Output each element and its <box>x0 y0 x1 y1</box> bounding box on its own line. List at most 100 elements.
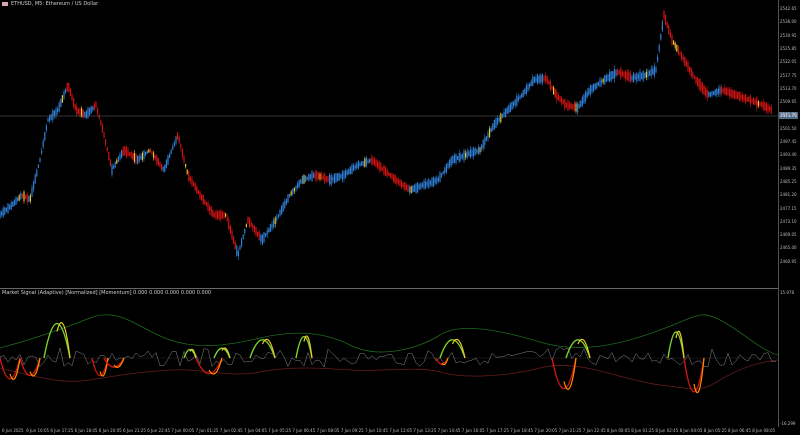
candle-body <box>164 164 166 172</box>
candle-body <box>311 171 313 182</box>
candle-body <box>498 117 500 122</box>
candle-body <box>581 97 583 106</box>
candle-body <box>343 171 345 179</box>
candle-body <box>733 90 735 99</box>
candle-body <box>207 202 209 211</box>
candle-body <box>409 186 411 193</box>
candle-body <box>181 148 183 157</box>
candle-body <box>18 195 20 201</box>
candle-body <box>61 95 63 103</box>
candle-body <box>117 156 119 162</box>
candle-body <box>617 68 619 76</box>
candle-body <box>162 166 164 172</box>
candle-body <box>60 99 62 108</box>
candle-body <box>330 174 332 185</box>
candle-body <box>77 108 79 114</box>
candle-body <box>237 251 239 256</box>
candle-body <box>191 178 193 185</box>
candle-body <box>47 118 49 122</box>
candle-body <box>105 139 107 145</box>
candle-body <box>119 154 121 160</box>
oscillator-positive-wave <box>43 323 71 359</box>
candle-body <box>396 177 398 184</box>
candle-body <box>327 176 329 183</box>
candle-body <box>151 151 153 155</box>
candle-body <box>577 103 579 113</box>
oscillator-transition-wave <box>451 338 466 359</box>
candle-body <box>53 110 55 117</box>
time-axis-label: 7 Jun 17:25 <box>486 428 509 433</box>
chart-canvas[interactable] <box>0 0 800 435</box>
candle-body <box>716 88 718 95</box>
candle-body <box>245 224 247 228</box>
candle-body <box>695 76 697 84</box>
indicator-pane[interactable] <box>0 314 779 394</box>
price-axis-label: 2542.65 <box>780 6 797 11</box>
candle-body <box>585 92 587 102</box>
candle-body <box>31 187 33 197</box>
candle-body <box>463 150 465 161</box>
time-axis-label: 6 Jun 2025 <box>2 428 24 433</box>
candle-body <box>121 150 123 158</box>
oscillator-transition-wave <box>208 357 223 375</box>
candle-body <box>258 231 260 241</box>
candle-body <box>364 158 366 167</box>
candle-body <box>599 79 601 87</box>
candle-body <box>57 108 59 113</box>
candle-body <box>564 98 566 109</box>
candle-body <box>132 153 134 160</box>
price-pane[interactable] <box>0 9 772 260</box>
candle-body <box>425 180 427 188</box>
price-axis-label: 2489.35 <box>780 165 797 171</box>
candle-body <box>682 56 684 61</box>
candle-body <box>45 125 47 131</box>
candle-body <box>573 102 575 112</box>
candle-body <box>28 196 30 202</box>
price-axis-label: 2513.70 <box>780 85 797 91</box>
candle-body <box>469 149 471 158</box>
candle-body <box>1 211 3 216</box>
candle-body <box>591 85 593 92</box>
candle-body <box>714 89 716 96</box>
time-axis-label: 6 Jun 21:25 <box>123 428 146 433</box>
candle-body <box>338 172 340 181</box>
momentum-line <box>0 347 777 368</box>
time-axis-label: 6 Jun 17:25 <box>50 428 74 433</box>
candle-body <box>370 158 372 163</box>
candle-body <box>377 161 379 168</box>
candle-body <box>762 102 764 110</box>
candle-body <box>148 149 150 153</box>
candle-body <box>693 75 695 80</box>
chart-window[interactable]: ETHUSD, M5: Ethereum / US Dollar Market … <box>0 0 800 435</box>
candle-body <box>341 171 343 180</box>
candle-body <box>423 181 425 189</box>
candle-body <box>369 158 371 163</box>
time-axis-label: 7 Jun 12:05 <box>389 428 413 433</box>
candle-body <box>313 173 315 178</box>
candle-body <box>199 191 201 199</box>
candle-body <box>642 70 644 81</box>
candle-body <box>124 146 126 156</box>
candle-body <box>706 90 708 98</box>
candle-body <box>649 70 651 76</box>
candle-body <box>727 88 729 96</box>
candle-body <box>602 78 604 83</box>
candle-body <box>506 107 508 114</box>
candle-body <box>645 71 647 78</box>
candle-body <box>596 82 598 89</box>
candle-body <box>466 151 468 158</box>
candle-body <box>193 182 195 187</box>
candle-body <box>55 108 57 116</box>
candle-body <box>703 85 705 95</box>
candle-body <box>372 157 374 164</box>
candle-body <box>228 219 230 230</box>
candle-body <box>764 102 766 111</box>
candle-body <box>685 61 687 67</box>
time-axis-label: 7 Jun 09:25 <box>340 428 364 433</box>
candle-body <box>588 88 590 96</box>
price-axis-label: 2525.85 <box>780 45 797 51</box>
candle-body <box>209 206 211 212</box>
candle-body <box>365 157 367 167</box>
candle-body <box>109 159 111 167</box>
candle-body <box>554 89 556 98</box>
